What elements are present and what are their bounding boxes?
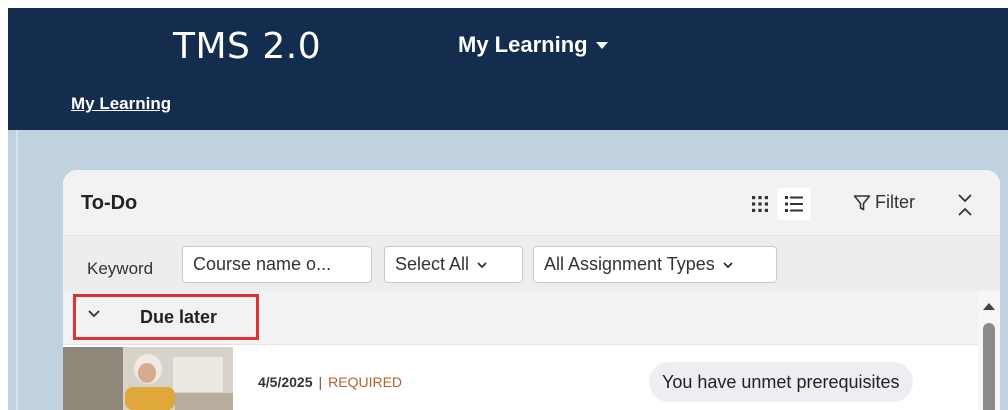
group-header-due-later[interactable]: Due later (63, 291, 978, 345)
meta-separator: | (318, 374, 323, 390)
chevron-down-icon (477, 261, 487, 268)
keyword-input-placeholder: Course name o... (193, 254, 332, 274)
filter-icon (853, 194, 871, 210)
chevron-down-icon (723, 261, 733, 268)
window-frame-left (0, 0, 8, 410)
list-icon (785, 196, 803, 212)
app-header: TMS 2.0 My Learning My Learning (8, 8, 1008, 130)
filter-bar: Keyword Course name o... Select All All … (63, 236, 1000, 291)
keyword-input[interactable]: Course name o... (182, 246, 372, 283)
grid-view-button[interactable] (743, 188, 777, 220)
app-brand: TMS 2.0 (173, 26, 322, 67)
window-frame-top (0, 0, 1008, 8)
course-thumbnail-image (63, 347, 233, 410)
grid-icon (752, 196, 768, 212)
todo-card-title: To-Do (81, 192, 138, 214)
scroll-up-icon[interactable] (983, 303, 995, 310)
list-item[interactable]: 4/5/2025 | REQUIRED You have unmet prerequ… (63, 345, 978, 410)
my-learning-menu-label: My Learning (458, 32, 588, 57)
prerequisite-status-badge: You have unmet prerequisites (649, 362, 913, 402)
todo-card-header: To-Do Filter (63, 170, 1000, 236)
collapse-card-button[interactable] (955, 192, 975, 223)
course-thumbnail[interactable] (63, 347, 233, 410)
scrollbar[interactable] (978, 291, 1000, 410)
filter-button-label: Filter (875, 192, 915, 212)
required-tag: REQUIRED (328, 374, 403, 390)
status-select[interactable]: Select All (384, 246, 523, 283)
scrollbar-thumb[interactable] (983, 323, 995, 410)
caret-down-icon (595, 41, 608, 49)
assignment-type-select[interactable]: All Assignment Types (533, 246, 777, 283)
breadcrumb-my-learning[interactable]: My Learning (71, 94, 171, 114)
todo-card: To-Do Filter Keyword Course name o... Se… (63, 170, 1000, 410)
status-select-value: Select All (395, 254, 470, 274)
collapse-icon (958, 194, 972, 216)
due-date: 4/5/2025 (258, 374, 313, 390)
view-toggle (743, 188, 811, 220)
my-learning-menu[interactable]: My Learning (458, 32, 608, 58)
left-rail (16, 130, 18, 410)
chevron-down-icon (88, 310, 100, 318)
keyword-label: Keyword (87, 259, 154, 278)
list-view-button[interactable] (777, 188, 811, 220)
filter-button[interactable]: Filter (853, 192, 915, 213)
group-label: Due later (140, 307, 218, 327)
assignment-type-select-value: All Assignment Types (544, 254, 715, 274)
item-meta: 4/5/2025 | REQUIRED (258, 374, 402, 390)
